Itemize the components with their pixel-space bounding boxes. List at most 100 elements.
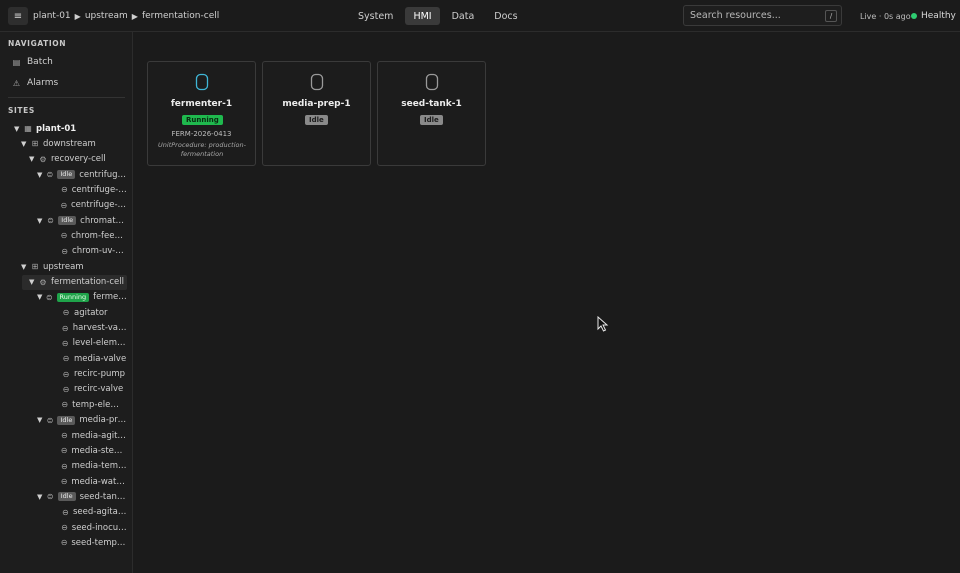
tree-item[interactable]: ⊖ harvest-valve <box>0 321 127 336</box>
chevron-down-icon[interactable]: ▼ <box>29 278 37 286</box>
tree-item[interactable]: ⊖ chrom-uv-se... <box>0 244 127 259</box>
unit-card-seed-tank[interactable]: seed-tank-1 Idle <box>377 61 486 166</box>
tree-item[interactable]: ⊖seed-temp-el... <box>0 535 127 550</box>
tree-item[interactable]: ⊖ level-element <box>0 336 127 351</box>
tree-item-label: seed-agitator <box>72 507 127 518</box>
tree-item-label: chrom-uv-se... <box>72 246 127 257</box>
tree-item[interactable]: ⊖media-steam... <box>0 443 127 458</box>
search-input[interactable] <box>690 10 820 21</box>
equipment-icon: ⊖ <box>61 400 69 410</box>
tree-item-label: chromato... <box>80 215 127 226</box>
chevron-down-icon[interactable]: ▼ <box>21 140 29 148</box>
equipment-icon: ⊖ <box>60 477 68 487</box>
equipment-icon: ⊖ <box>60 200 68 210</box>
tree-item[interactable]: ▼ ⊞ upstream <box>0 259 127 274</box>
tree-item[interactable]: ⊖chrom-feed-p... <box>0 228 127 243</box>
equipment-icon: ⊖ <box>61 246 68 256</box>
unit-name: media-prep-1 <box>282 99 351 109</box>
unit-icon: ⊜ <box>46 415 54 425</box>
live-status: Live · 0s ago <box>860 11 911 21</box>
hmi-main: fermenter-1 Running FERM-2026-0413 UnitP… <box>134 32 960 573</box>
equipment-icon: ⊖ <box>60 446 68 456</box>
chevron-down-icon[interactable]: ▼ <box>21 263 29 271</box>
tank-icon <box>425 73 439 91</box>
status-badge: Running <box>56 292 90 302</box>
chevron-down-icon[interactable]: ▼ <box>37 171 44 179</box>
sidebar-divider <box>8 97 125 98</box>
chevron-down-icon[interactable]: ▼ <box>37 293 44 301</box>
equipment-icon: ⊖ <box>61 185 68 195</box>
tab-hmi[interactable]: HMI <box>405 7 440 25</box>
tree-item[interactable]: ⊖seed-inoculu... <box>0 520 127 535</box>
tree-item[interactable]: ▼ ⊜ Idle seed-tank-1 <box>0 489 127 504</box>
tree-item-label: media-water-... <box>71 476 127 487</box>
tree-item-label: level-element <box>72 338 127 349</box>
tree-item-label: centrifuge-dri... <box>70 200 127 211</box>
tree-item-label: media-temp-... <box>71 461 127 472</box>
tab-docs[interactable]: Docs <box>486 7 525 25</box>
tree-item[interactable]: ⊖ seed-agitator <box>0 505 127 520</box>
tab-data[interactable]: Data <box>444 7 483 25</box>
chevron-down-icon[interactable]: ▼ <box>29 155 37 163</box>
tree-item[interactable]: ▼ ⊜ Idle centrifuge-1 <box>0 167 127 182</box>
chevron-down-icon[interactable]: ▼ <box>14 125 22 133</box>
main-tabs: System HMI Data Docs <box>350 7 526 25</box>
tree-item[interactable]: ⊖ agitator <box>0 305 127 320</box>
sidebar-item-batch[interactable]: ▤ Batch <box>12 55 53 69</box>
chevron-down-icon[interactable]: ▼ <box>37 217 45 225</box>
equipment-icon: ⊖ <box>60 231 68 241</box>
tree-item[interactable]: ▼ ⚙ recovery-cell <box>0 152 127 167</box>
tree-item[interactable]: ▼ ⊞ downstream <box>0 136 127 151</box>
sidebar-item-label: Batch <box>27 57 53 67</box>
tree-item-label: centrifuge-1 <box>79 169 127 180</box>
unit-icon: ⊜ <box>46 492 54 502</box>
tree-item[interactable]: ⊖centrifuge-dri... <box>0 198 127 213</box>
tree-item-label: temp-element <box>72 399 127 410</box>
tree-item[interactable]: ▼⊜Runningfermen... <box>0 290 127 305</box>
sidebar-item-alarms[interactable]: ⚠ Alarms <box>12 76 58 90</box>
equipment-icon: ⊖ <box>62 308 70 318</box>
status-badge: Idle <box>420 115 443 125</box>
tree-item-label: harvest-valve <box>72 323 127 334</box>
tank-icon <box>310 73 324 91</box>
equipment-icon: ⊖ <box>61 507 69 517</box>
equipment-icon: ⊖ <box>61 523 68 533</box>
tree-item[interactable]: ▼ ▦ plant-01 <box>0 121 127 136</box>
breadcrumb-item-area[interactable]: upstream <box>85 11 128 21</box>
cell-icon: ⚙ <box>39 277 47 287</box>
tree-item[interactable]: ⊖centrifuge-di... <box>0 182 127 197</box>
tree-item[interactable]: ▼ ⚙ fermentation-cell <box>22 274 127 290</box>
breadcrumb-item-cell[interactable]: fermentation-cell <box>142 11 219 21</box>
status-dot-icon <box>911 13 917 19</box>
tree-item[interactable]: ⊖ recirc-pump <box>0 367 127 382</box>
tree-item-label: agitator <box>74 307 108 318</box>
tree-item[interactable]: ⊖media-water-... <box>0 474 127 489</box>
tree-item[interactable]: ⊖ temp-element <box>0 397 127 412</box>
unit-card-fermenter[interactable]: fermenter-1 Running FERM-2026-0413 UnitP… <box>147 61 256 166</box>
status-badge: Idle <box>57 415 76 425</box>
tree-item[interactable]: ▼ ⊜ Idle media-pre... <box>0 413 127 428</box>
tree-item-label: seed-temp-el... <box>71 537 127 548</box>
tree-item-label: downstream <box>43 138 96 149</box>
tab-system[interactable]: System <box>350 7 401 25</box>
tree-item[interactable]: ▼ ⊜ Idle chromato... <box>0 213 127 228</box>
building-icon: ▦ <box>24 124 32 133</box>
grid-icon: ⊞ <box>31 139 39 149</box>
tree-item-label: media-pre... <box>79 415 127 426</box>
tree-item[interactable]: ⊖ recirc-valve <box>0 382 127 397</box>
breadcrumb: plant-01 ▶ upstream ▶ fermentation-cell <box>33 0 219 32</box>
tree-item[interactable]: ⊖media-temp-... <box>0 459 127 474</box>
chevron-down-icon[interactable]: ▼ <box>37 416 44 424</box>
tree-item-label: seed-tank-1 <box>79 491 127 502</box>
tree-item-label: recirc-pump <box>74 369 126 380</box>
warning-icon: ⚠ <box>12 78 21 88</box>
search-box: / <box>683 5 842 26</box>
unit-card-media-prep[interactable]: media-prep-1 Idle <box>262 61 371 166</box>
hamburger-icon[interactable]: ≡ <box>8 7 28 25</box>
tree-item[interactable]: ⊖media-agitator <box>0 428 127 443</box>
chevron-down-icon[interactable]: ▼ <box>37 493 44 501</box>
search-shortcut-hint: / <box>825 10 837 22</box>
tank-icon <box>195 73 209 91</box>
tree-item[interactable]: ⊖ media-valve <box>0 351 127 366</box>
breadcrumb-item-plant[interactable]: plant-01 <box>33 11 71 21</box>
